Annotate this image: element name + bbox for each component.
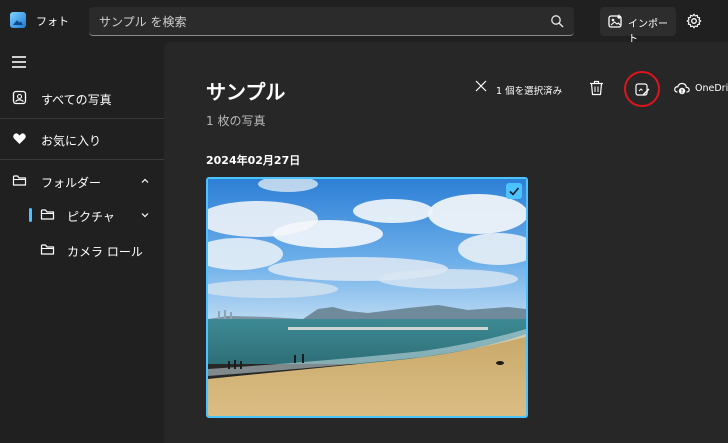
main-content: サンプル 1 枚の写真 1 個を選択済み OneDrive 2024年02月27… — [164, 42, 728, 443]
app-photos-icon — [10, 12, 26, 28]
sidebar-item-label: すべての写真 — [41, 93, 112, 107]
onedrive-label[interactable]: OneDrive — [695, 83, 728, 94]
import-icon — [608, 14, 622, 28]
gear-icon[interactable] — [686, 13, 702, 29]
import-button[interactable]: インポート — [600, 7, 676, 45]
search-placeholder: サンプル を検索 — [99, 15, 187, 29]
photo-count: 1 枚の写真 — [206, 114, 266, 128]
sidebar-item-camera-roll[interactable]: カメラ ロール — [0, 233, 164, 267]
photo-select-checkbox[interactable] — [506, 183, 522, 199]
folder-icon — [12, 175, 27, 186]
sidebar-item-label: カメラ ロール — [67, 245, 143, 259]
sidebar-item-favorites[interactable]: お気に入り — [0, 122, 164, 156]
cloud-icon[interactable] — [674, 81, 690, 95]
selection-count: 1 個を選択済み — [496, 86, 563, 97]
sidebar-item-label: お気に入り — [41, 134, 102, 148]
folder-icon — [40, 244, 55, 255]
folder-icon — [40, 209, 55, 220]
selection-indicator — [29, 208, 32, 222]
sidebar-item-label: フォルダー — [41, 176, 102, 190]
search-icon[interactable] — [550, 14, 564, 28]
hamburger-icon[interactable] — [12, 56, 26, 68]
chevron-up-icon[interactable] — [140, 176, 150, 186]
sidebar-divider — [0, 118, 164, 119]
date-group-header: 2024年02月27日 — [206, 154, 301, 167]
page-title: サンプル — [206, 80, 286, 104]
sidebar: すべての写真 お気に入り フォルダー ピクチャ カメラ ロール — [0, 42, 164, 443]
search-input[interactable]: サンプル を検索 — [89, 7, 574, 36]
checkmark-icon — [509, 187, 520, 196]
sidebar-divider — [0, 159, 164, 160]
heart-icon — [13, 133, 26, 144]
import-label: インポート — [628, 19, 668, 45]
sidebar-item-pictures[interactable]: ピクチャ — [0, 198, 164, 232]
edit-icon — [635, 83, 650, 96]
sidebar-item-all-photos[interactable]: すべての写真 — [0, 81, 164, 115]
chevron-down-icon[interactable] — [140, 210, 150, 220]
app-name: フォト — [36, 15, 69, 28]
sidebar-item-label: ピクチャ — [67, 210, 115, 224]
trash-icon[interactable] — [589, 80, 604, 96]
beach-photo-image — [208, 179, 526, 416]
photo-thumbnail[interactable] — [206, 177, 528, 418]
close-icon[interactable] — [475, 80, 487, 92]
title-bar: フォト サンプル を検索 インポート — [0, 0, 728, 45]
sidebar-item-folders[interactable]: フォルダー — [0, 164, 164, 198]
edit-button[interactable] — [624, 71, 660, 107]
gallery-icon — [12, 90, 27, 105]
